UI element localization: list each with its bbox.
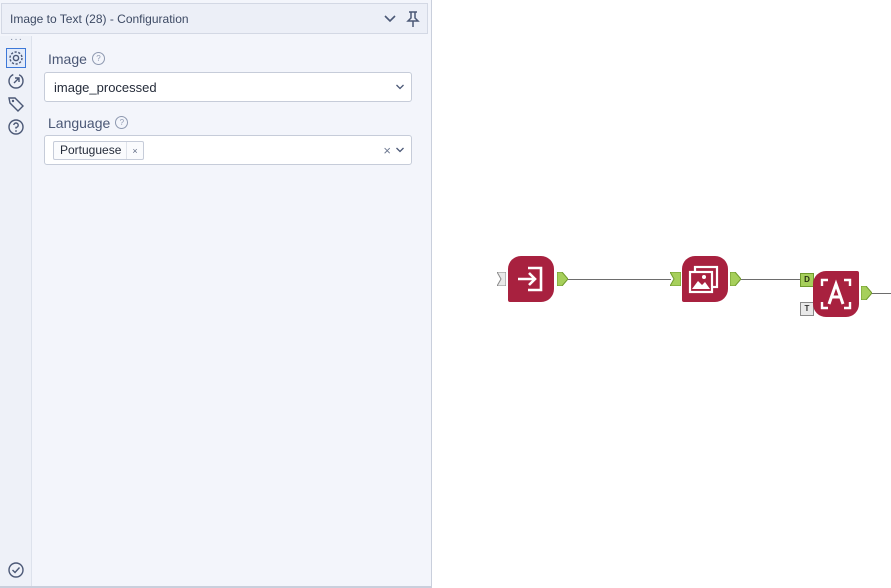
image-label: Image? bbox=[48, 51, 105, 67]
configuration-panel: Image to Text (28) - Configuration ··· I… bbox=[0, 0, 432, 588]
tag-icon[interactable] bbox=[7, 95, 25, 113]
panel-sidebar: ··· bbox=[0, 34, 32, 586]
image-help-icon[interactable]: ? bbox=[91, 52, 105, 65]
template-input-anchor[interactable]: T bbox=[800, 302, 814, 316]
language-chip: Portuguese × bbox=[53, 141, 144, 160]
workflow-canvas[interactable]: D T bbox=[433, 0, 891, 588]
output-anchor[interactable] bbox=[730, 272, 741, 286]
chip-remove-icon[interactable]: × bbox=[127, 146, 142, 156]
chevron-down-icon[interactable] bbox=[381, 10, 399, 28]
panel-header: Image to Text (28) - Configuration bbox=[1, 3, 428, 34]
chevron-down-icon[interactable] bbox=[395, 82, 405, 92]
gear-icon[interactable] bbox=[6, 48, 26, 68]
image-to-text-tool[interactable] bbox=[813, 271, 859, 317]
connection-wire bbox=[741, 279, 805, 280]
check-circle-icon[interactable] bbox=[7, 561, 25, 579]
language-label: Language? bbox=[48, 115, 129, 131]
image-select[interactable]: image_processed bbox=[44, 72, 412, 102]
image-label-text: Image bbox=[48, 51, 87, 67]
language-label-text: Language bbox=[48, 115, 111, 131]
connection-wire bbox=[568, 279, 671, 280]
input-icon bbox=[518, 266, 543, 292]
image-tool[interactable] bbox=[682, 256, 728, 302]
input-anchor[interactable] bbox=[670, 272, 681, 286]
help-icon[interactable] bbox=[7, 118, 25, 136]
language-help-icon[interactable]: ? bbox=[115, 116, 129, 129]
image-select-value: image_processed bbox=[54, 80, 157, 95]
clear-icon[interactable]: × bbox=[383, 143, 391, 158]
chevron-down-icon[interactable] bbox=[395, 145, 405, 155]
input-anchor[interactable] bbox=[497, 272, 506, 286]
pin-icon[interactable] bbox=[404, 10, 422, 28]
language-select[interactable]: Portuguese × × bbox=[44, 135, 412, 165]
data-input-anchor[interactable]: D bbox=[800, 273, 814, 287]
ocr-icon bbox=[820, 278, 852, 310]
connection-icon[interactable] bbox=[7, 72, 25, 90]
image-icon bbox=[688, 265, 719, 294]
input-tool[interactable] bbox=[508, 256, 554, 302]
connection-wire bbox=[871, 293, 891, 294]
more-icon[interactable]: ··· bbox=[10, 34, 23, 45]
language-chip-label: Portuguese bbox=[54, 142, 128, 159]
panel-title: Image to Text (28) - Configuration bbox=[10, 12, 189, 26]
output-anchor[interactable] bbox=[861, 286, 872, 300]
output-anchor[interactable] bbox=[557, 272, 568, 286]
